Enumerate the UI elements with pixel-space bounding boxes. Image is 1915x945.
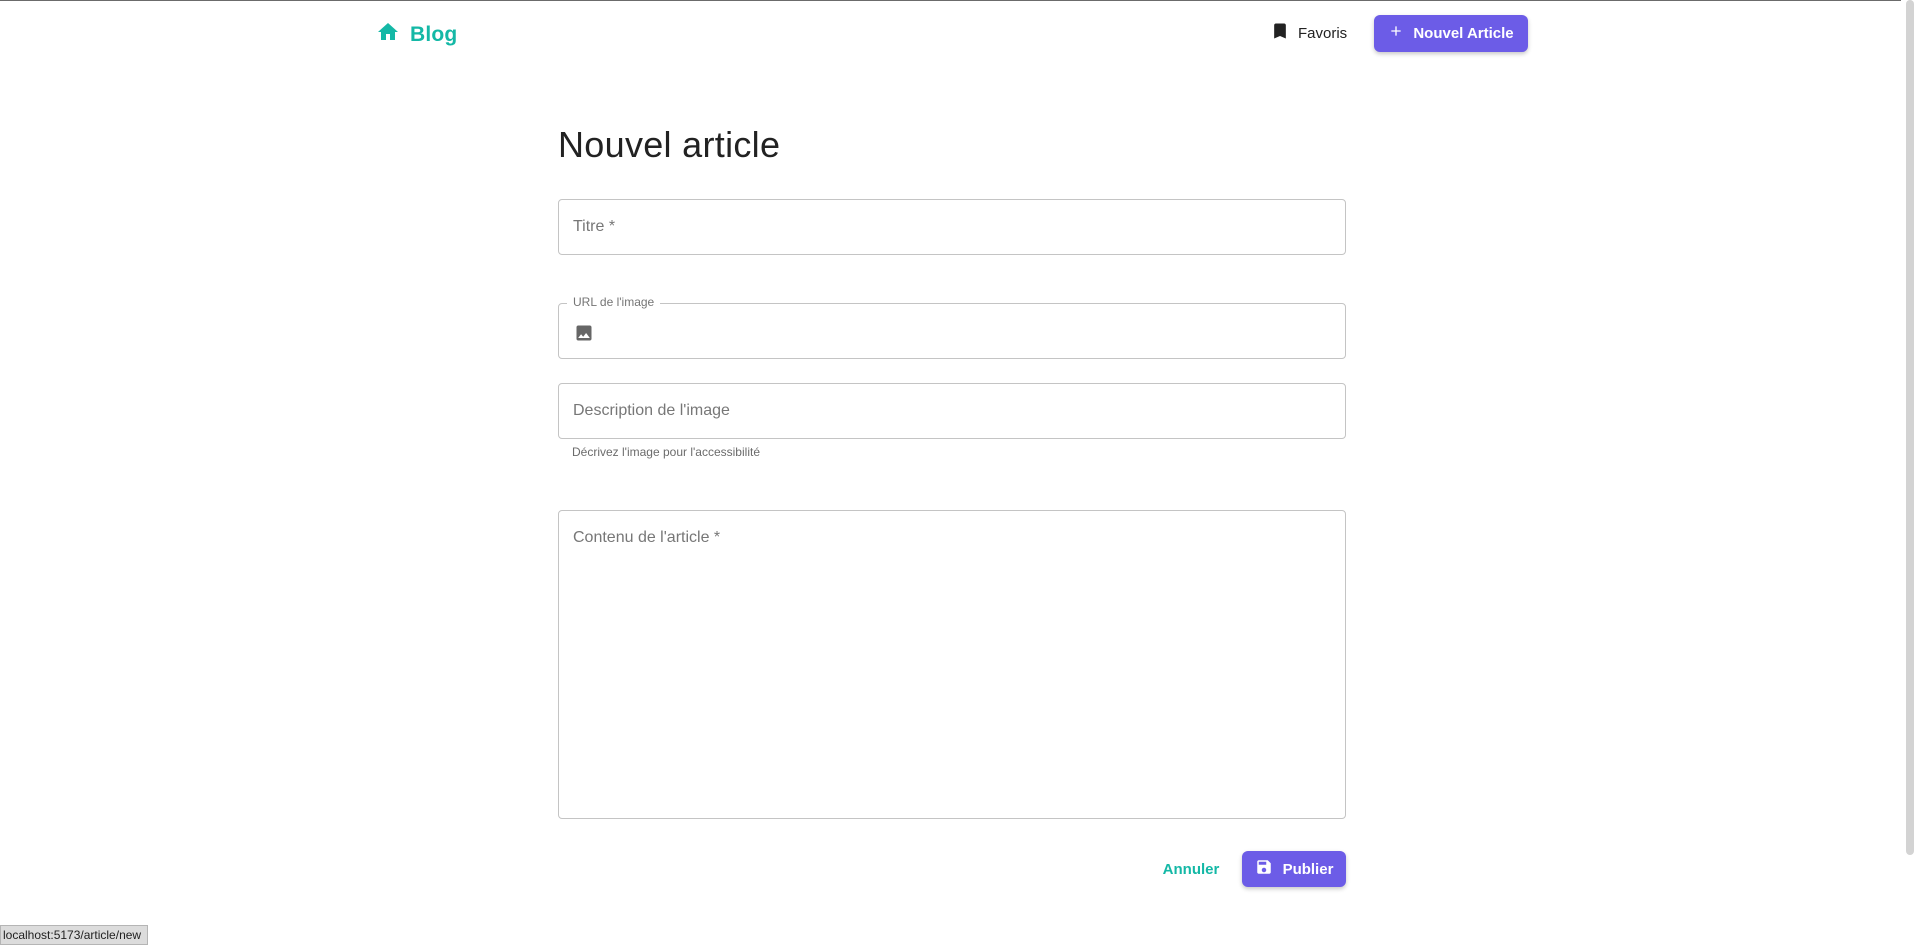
image-url-field[interactable]: URL de l'image xyxy=(558,295,1346,359)
favorites-link[interactable]: Favoris xyxy=(1270,20,1347,46)
title-field[interactable]: Titre * xyxy=(558,199,1346,255)
image-icon xyxy=(574,323,594,341)
image-description-placeholder: Description de l'image xyxy=(573,402,730,419)
content-field[interactable]: Contenu de l'article * xyxy=(558,510,1346,819)
page-title: Nouvel article xyxy=(558,124,781,165)
bookmark-icon xyxy=(1270,21,1290,46)
brand-link[interactable]: Blog xyxy=(376,20,457,49)
image-description-field[interactable]: Description de l'image xyxy=(558,383,1346,439)
cancel-label: Annuler xyxy=(1162,860,1220,878)
new-article-label: Nouvel Article xyxy=(1413,25,1514,42)
new-article-button[interactable]: Nouvel Article xyxy=(1374,15,1528,52)
plus-icon xyxy=(1388,23,1404,44)
scrollbar-thumb[interactable] xyxy=(1906,0,1914,855)
image-url-label: URL de l'image xyxy=(567,295,661,309)
status-bar-url: localhost:5173/article/new xyxy=(0,925,149,945)
image-description-helper: Décrivez l'image pour l'accessibilité xyxy=(572,445,760,459)
favorites-label: Favoris xyxy=(1298,24,1348,42)
brand-label: Blog xyxy=(410,22,458,46)
title-field-placeholder: Titre * xyxy=(573,218,616,235)
vertical-scrollbar[interactable] xyxy=(1901,0,1915,945)
app-header: Blog Favoris Nouvel Article xyxy=(0,0,1900,66)
cancel-button[interactable]: Annuler xyxy=(1160,851,1222,887)
home-icon xyxy=(376,20,400,49)
save-icon xyxy=(1255,858,1273,881)
publish-label: Publier xyxy=(1282,860,1334,878)
content-field-placeholder: Contenu de l'article * xyxy=(573,529,721,546)
publish-button[interactable]: Publier xyxy=(1242,851,1346,887)
